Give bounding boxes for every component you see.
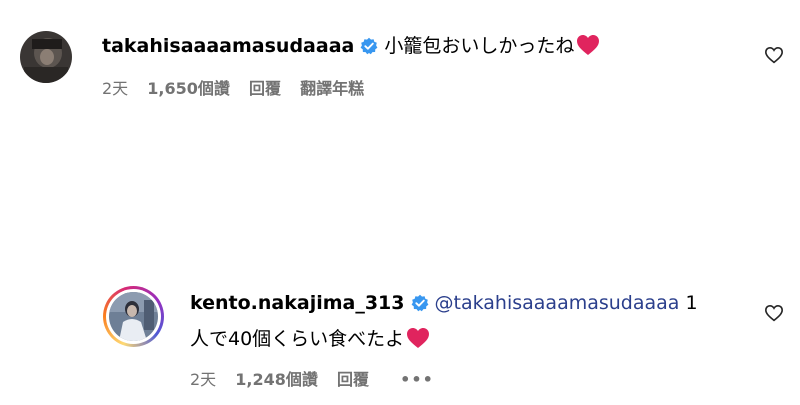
comment-username[interactable]: takahisaaaamasudaaaa <box>102 35 354 57</box>
verified-badge-icon <box>411 293 429 319</box>
avatar[interactable] <box>20 31 72 83</box>
mention-link[interactable]: @takahisaaaamasudaaaa <box>435 292 680 314</box>
comment-line: kento.nakajima_313 @takahisaaaamasudaaaa … <box>190 290 698 319</box>
comment-meta: 2天 1,248個讚 回覆 ••• <box>190 370 434 390</box>
red-heart-emoji <box>576 34 600 63</box>
like-count-button[interactable]: 1,248個讚 <box>235 370 318 390</box>
like-count-button[interactable]: 1,650個讚 <box>147 79 230 99</box>
comment-text: 人で40個くらい食べたよ <box>190 328 405 350</box>
translate-button[interactable]: 翻譯年糕 <box>300 79 364 99</box>
comment-username[interactable]: kento.nakajima_313 <box>190 292 405 314</box>
more-options-icon[interactable]: ••• <box>400 370 434 390</box>
comment-line: 人で40個くらい食べたよ <box>190 326 430 356</box>
comment-text: 小籠包おいしかったね <box>384 35 575 57</box>
comment-line: takahisaaaamasudaaaa 小籠包おいしかったね <box>102 33 600 63</box>
comment-time: 2天 <box>102 79 129 98</box>
heart-outline-icon[interactable] <box>764 46 786 66</box>
avatar <box>109 292 158 341</box>
verified-badge-icon <box>360 36 378 62</box>
comment-time: 2天 <box>190 370 217 389</box>
comment-text: 1 <box>679 292 698 314</box>
heart-outline-icon[interactable] <box>764 304 786 324</box>
comment-meta: 2天 1,650個讚 回覆 翻譯年糕 <box>102 79 364 99</box>
reply-button[interactable]: 回覆 <box>337 370 369 390</box>
reply-button[interactable]: 回覆 <box>249 79 281 99</box>
avatar-story-ring[interactable] <box>103 286 164 347</box>
red-heart-emoji <box>406 327 430 356</box>
